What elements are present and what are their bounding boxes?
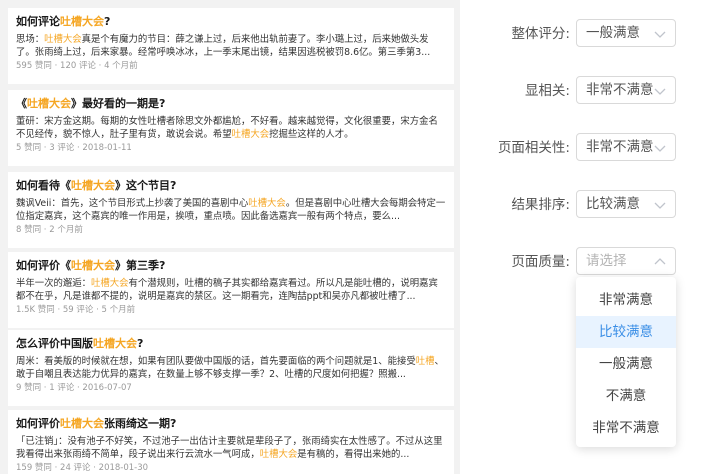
result-meta: 595 赞同 · 120 评论 · 4 个月前: [16, 61, 138, 71]
page-quality-dropdown: 非常满意 比较满意 一般满意 不满意 非常不满意: [576, 277, 676, 447]
result-snippet: 半年一次的邂逅：吐槽大会有个潜规则，吐槽的稿子其实都给嘉宾看过。所以凡是能吐槽的…: [16, 278, 438, 302]
result-card[interactable]: 如何评价吐槽大会张雨绮这一期? 「已注销」：没有池子不好笑，不过池子一出估计主要…: [8, 410, 454, 474]
result-title[interactable]: 《吐槽大会》最好看的一期是?: [16, 96, 446, 112]
page-quality-select[interactable]: 请选择: [576, 247, 676, 275]
page-relevance-label: 页面相关性:: [497, 140, 570, 156]
chevron-down-icon: [653, 198, 667, 212]
result-ranking-row: 结果排序: 比较满意: [470, 190, 720, 220]
result-snippet: 董研：宋方金这期。每期的女性吐槽者除思文外都尴尬，不好看。越来越觉得，文化很重要…: [16, 116, 438, 140]
result-ranking-value: 比较满意: [586, 196, 640, 212]
result-meta: 159 赞同 · 24 评论 · 2018-01-30: [16, 463, 149, 473]
relevance-select[interactable]: 非常不满意: [576, 76, 676, 104]
result-snippet: 周米：看美版的时候就在想，如果有团队要做中国版的话，首先要面临的两个问题就是1、…: [16, 356, 444, 380]
overall-rating-value: 一般满意: [586, 25, 640, 41]
option-dissatisfied[interactable]: 不满意: [576, 380, 676, 412]
relevance-label: 显相关:: [524, 83, 570, 99]
chevron-down-icon: [653, 141, 667, 155]
option-very-satisfied[interactable]: 非常满意: [576, 284, 676, 316]
result-card[interactable]: 如何看待《吐槽大会》这个节目? 魏讽Veii：首先，这个节目形式上抄袭了美国的喜…: [8, 172, 454, 248]
chevron-down-icon: [653, 27, 667, 41]
overall-rating-label: 整体评分:: [511, 26, 570, 42]
result-snippet: 思场：吐槽大会真是个有魔力的节目：薛之谦上过，后来他出轨前妻了。李小璐上过，后来…: [16, 34, 431, 58]
result-snippet: 魏讽Veii：首先，这个节目形式上抄袭了美国的喜剧中心吐槽大会。但是喜剧中心吐槽…: [16, 198, 446, 222]
result-ranking-select[interactable]: 比较满意: [576, 190, 676, 218]
result-title[interactable]: 如何看待《吐槽大会》这个节目?: [16, 178, 446, 194]
result-title[interactable]: 如何评价吐槽大会张雨绮这一期?: [16, 416, 446, 432]
page-quality-row: 页面质量: 请选择: [470, 247, 720, 277]
relevance-value: 非常不满意: [586, 82, 654, 98]
page-relevance-value: 非常不满意: [586, 139, 654, 155]
chevron-down-icon: [653, 84, 667, 98]
overall-rating-row: 整体评分: 一般满意: [470, 19, 720, 49]
result-title[interactable]: 如何评论吐槽大会?: [16, 14, 446, 30]
relevance-row: 显相关: 非常不满意: [470, 76, 720, 106]
result-card[interactable]: 《吐槽大会》最好看的一期是? 董研：宋方金这期。每期的女性吐槽者除思文外都尴尬，…: [8, 90, 454, 166]
result-title[interactable]: 怎么评价中国版吐槽大会?: [16, 336, 446, 352]
search-results-panel: 如何评论吐槽大会? 思场：吐槽大会真是个有魔力的节目：薛之谦上过，后来他出轨前妻…: [0, 0, 460, 474]
result-snippet: 「已注销」：没有池子不好笑，不过池子一出估计主要就是辈段子了，张雨绮实在太性感了…: [16, 436, 443, 460]
overall-rating-select[interactable]: 一般满意: [576, 19, 676, 47]
page-quality-placeholder: 请选择: [586, 253, 627, 269]
page-quality-label: 页面质量:: [511, 254, 570, 270]
option-very-dissatisfied[interactable]: 非常不满意: [576, 412, 676, 444]
result-card[interactable]: 如何评论吐槽大会? 思场：吐槽大会真是个有魔力的节目：薛之谦上过，后来他出轨前妻…: [8, 8, 454, 84]
result-meta: 5 赞同 · 3 评论 · 2018-01-11: [16, 143, 132, 153]
result-card[interactable]: 怎么评价中国版吐槽大会? 周米：看美版的时候就在想，如果有团队要做中国版的话，首…: [8, 330, 454, 406]
result-title[interactable]: 如何评价《吐槽大会》第三季?: [16, 258, 446, 274]
result-meta: 9 赞同 · 1 评论 · 2016-07-07: [16, 383, 132, 393]
option-fairly-satisfied[interactable]: 比较满意: [576, 316, 676, 348]
result-ranking-label: 结果排序:: [511, 197, 570, 213]
result-meta: 8 赞同 · 2 个月前: [16, 225, 83, 235]
result-meta: 1.5K 赞同 · 59 评论 · 5 个月前: [16, 305, 136, 315]
page-relevance-row: 页面相关性: 非常不满意: [470, 133, 720, 163]
chevron-up-icon: [653, 255, 667, 269]
option-moderately-satisfied[interactable]: 一般满意: [576, 348, 676, 380]
page-relevance-select[interactable]: 非常不满意: [576, 133, 676, 161]
result-card[interactable]: 如何评价《吐槽大会》第三季? 半年一次的邂逅：吐槽大会有个潜规则，吐槽的稿子其实…: [8, 252, 454, 328]
